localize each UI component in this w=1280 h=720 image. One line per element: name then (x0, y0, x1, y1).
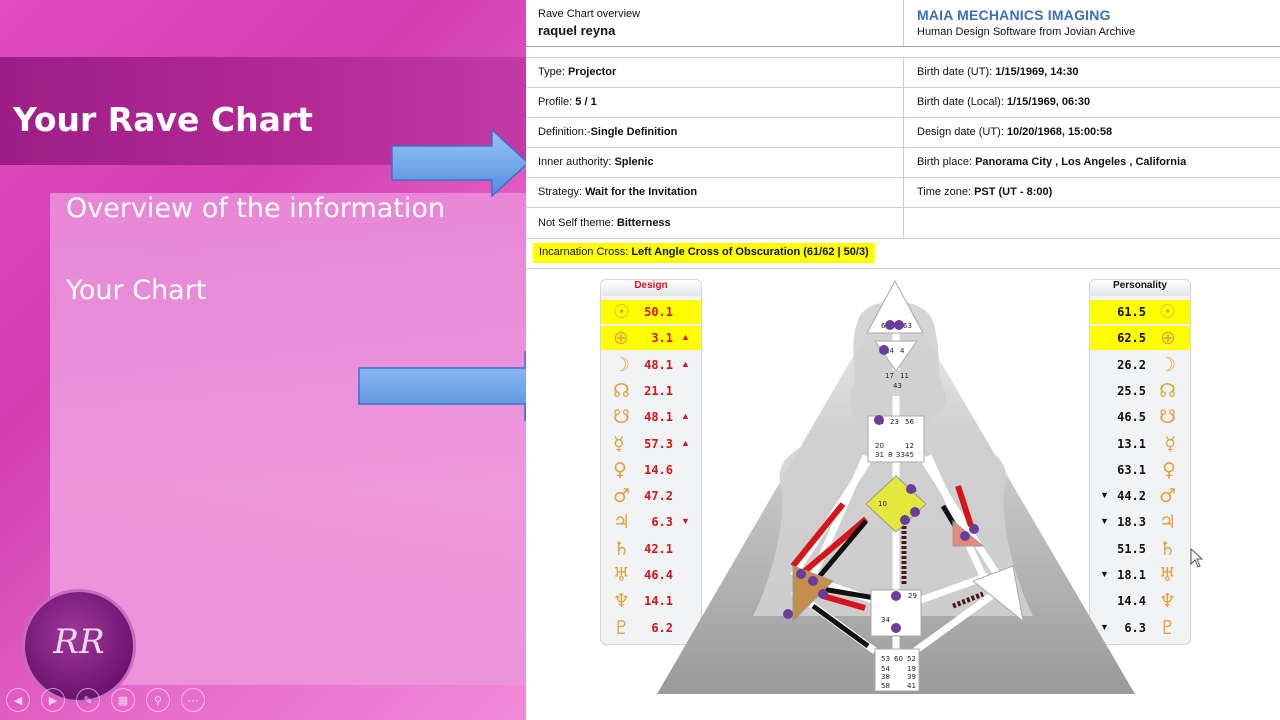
planet-icon: ☋ (613, 406, 630, 429)
svg-text:17: 17 (885, 372, 894, 380)
planet-icon: ♃ (613, 511, 631, 534)
field-incarnation-cross: Incarnation Cross: Left Angle Cross of O… (533, 243, 875, 263)
svg-text:33: 33 (896, 451, 905, 459)
more-icon[interactable]: ⋯ (181, 688, 205, 712)
slide-title: Your Rave Chart (13, 100, 313, 139)
zoom-icon[interactable]: ⚲ (146, 688, 170, 712)
logo-text: RR (53, 622, 105, 662)
rave-chart-document: Rave Chart overview raquel reyna MAIA ME… (526, 0, 1280, 720)
svg-text:8: 8 (888, 451, 892, 459)
planet-icon: ♄ (613, 537, 631, 560)
field-strategy: Strategy: Wait for the Invitation (538, 186, 698, 198)
planet-icon: ☉ (613, 301, 631, 323)
svg-text:12: 12 (905, 442, 914, 450)
planet-icon: ☊ (613, 379, 630, 402)
planet-icon: ♀ (613, 458, 627, 481)
svg-text:45: 45 (905, 451, 914, 459)
svg-text:56: 56 (905, 418, 914, 426)
planet-icon: ☊ (1159, 379, 1176, 402)
svg-text:54: 54 (881, 665, 890, 673)
bullet-overview: Overview of the information (66, 193, 446, 224)
planet-icon: ☿ (1164, 432, 1176, 455)
planet-icon: ☽ (613, 353, 631, 376)
planet-icon: ♅ (613, 564, 631, 586)
field-type: Type: Projector (538, 66, 617, 78)
planet-icon: ♇ (613, 616, 631, 639)
forward-icon[interactable]: ▶ (41, 688, 65, 712)
field-definition: Definition:-Single Definition (538, 126, 678, 138)
svg-text:41: 41 (907, 682, 916, 690)
pen-icon[interactable]: ✎ (76, 688, 100, 712)
field-birth-place: Birth place: Panorama City , Los Angeles… (917, 156, 1187, 168)
bullet-your-chart: Your Chart (66, 275, 207, 306)
planet-icon: ☉ (1158, 301, 1176, 323)
planet-icon: ⊕ (613, 327, 629, 350)
person-name: raquel reyna (538, 23, 616, 38)
svg-text:23: 23 (890, 418, 899, 426)
planet-icon: ☋ (1159, 406, 1176, 429)
brand-subtitle: Human Design Software from Jovian Archiv… (917, 26, 1136, 38)
field-profile: Profile: 5 / 1 (538, 96, 597, 108)
planet-icon: ♆ (1158, 590, 1176, 613)
field-not-self-theme: Not Self theme: Bitterness (538, 217, 671, 229)
svg-text:34: 34 (881, 616, 890, 624)
arrow-right-icon (391, 128, 530, 198)
field-time-zone: Time zone: PST (UT - 8:00) (917, 186, 1053, 198)
svg-text:43: 43 (893, 382, 902, 390)
planet-icon: ⊕ (1160, 327, 1176, 350)
planet-icon: ♂ (613, 485, 631, 508)
slideshow-toolbar: ◀ ▶ ✎ ▦ ⚲ ⋯ (6, 688, 205, 714)
planet-icon: ♀ (1162, 458, 1176, 481)
planet-icon: ♃ (1158, 511, 1176, 534)
planet-icon: ♂ (1158, 485, 1176, 508)
svg-text:11: 11 (900, 372, 909, 380)
mouse-cursor-icon (1190, 548, 1204, 568)
svg-text:10: 10 (878, 500, 887, 508)
planet-icon: ♆ (613, 590, 631, 613)
slides-icon[interactable]: ▦ (111, 688, 135, 712)
planet-icon: ♄ (1158, 537, 1176, 560)
bodygraph: 6463 244 1711 43 622356 2012 3183345 101… (657, 279, 1135, 694)
planet-icon: ♇ (1158, 616, 1176, 639)
svg-text:53: 53 (881, 655, 890, 663)
svg-text:38: 38 (881, 673, 890, 681)
back-icon[interactable]: ◀ (6, 688, 30, 712)
planet-icon: ☿ (613, 432, 625, 455)
field-inner-authority: Inner authority: Splenic (538, 156, 654, 168)
svg-text:19: 19 (907, 665, 916, 673)
planet-icon: ♅ (1158, 564, 1176, 586)
logo: RR (22, 589, 136, 703)
svg-text:60: 60 (894, 655, 903, 663)
planet-icon: ☽ (1158, 353, 1176, 376)
svg-text:20: 20 (875, 442, 884, 450)
svg-text:4: 4 (900, 347, 905, 355)
brand-title: MAIA MECHANICS IMAGING (917, 7, 1111, 23)
field-birth-date-local: Birth date (Local): 1/15/1969, 06:30 (917, 96, 1091, 108)
svg-text:31: 31 (875, 451, 884, 459)
field-birth-date-ut: Birth date (UT): 1/15/1969, 14:30 (917, 66, 1079, 78)
svg-text:63: 63 (903, 322, 912, 330)
svg-text:52: 52 (907, 655, 916, 663)
field-design-date: Design date (UT): 10/20/1968, 15:00:58 (917, 126, 1113, 138)
svg-text:58: 58 (881, 682, 890, 690)
svg-text:39: 39 (907, 673, 916, 681)
overview-label: Rave Chart overview (538, 8, 641, 20)
svg-text:29: 29 (908, 592, 917, 600)
